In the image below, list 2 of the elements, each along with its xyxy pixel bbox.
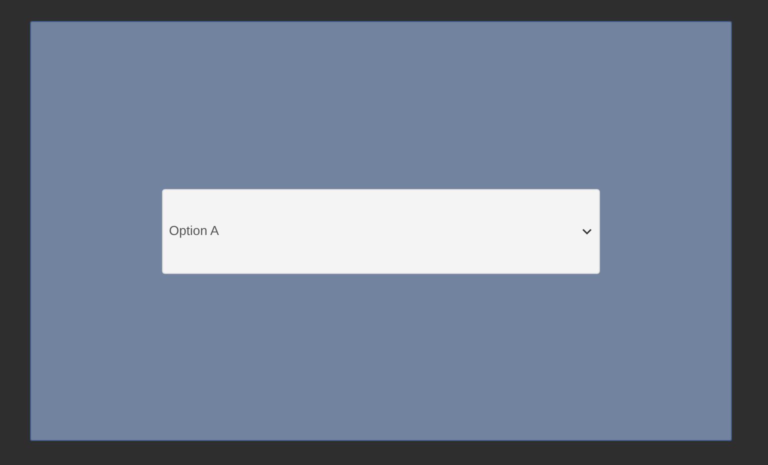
dropdown-select[interactable]: Option A: [162, 188, 600, 274]
chevron-down-icon: [582, 228, 592, 234]
